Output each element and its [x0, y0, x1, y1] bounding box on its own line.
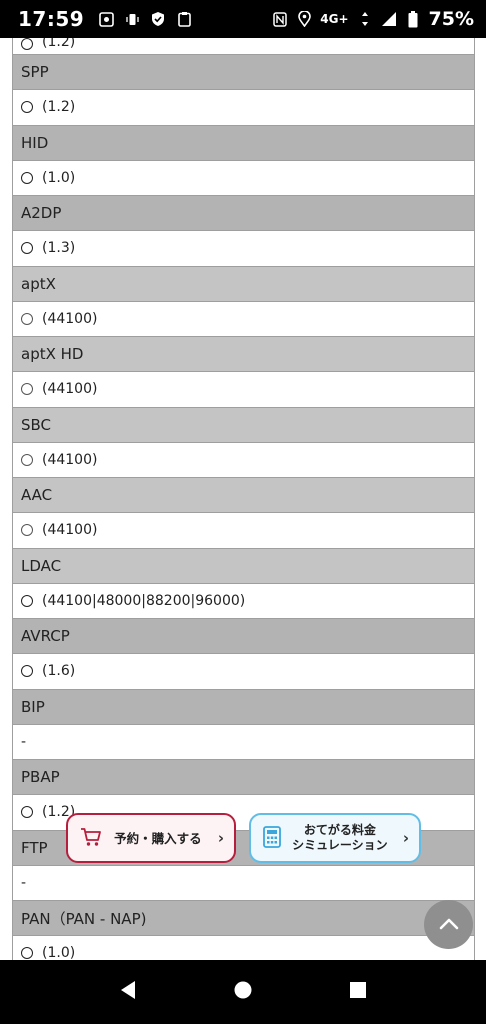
network-type: 4G+ [320, 12, 349, 26]
spec-value-row: (1.0) [13, 160, 474, 196]
spec-label-row: AAC [13, 478, 474, 513]
spec-value-row: (44100|48000|88200|96000) [13, 583, 474, 619]
spec-label: A2DP [21, 204, 62, 222]
price-simulation-line2: シミュレーション [292, 838, 388, 852]
recents-button[interactable] [343, 977, 373, 1007]
circle-mark-icon [21, 947, 33, 960]
spec-value: - [21, 874, 27, 891]
spec-value-row: - [13, 724, 474, 760]
spec-value-row: - [13, 865, 474, 901]
circle-mark-icon [21, 806, 33, 819]
battery-icon [405, 10, 421, 27]
spec-value-row: (1.6) [13, 654, 474, 690]
spec-value: - [21, 733, 27, 750]
spec-label-row: A2DP [13, 196, 474, 231]
spec-value-row: (44100) [13, 301, 474, 337]
spec-label-row: aptX [13, 266, 474, 302]
spec-label-row: PAN（PAN - NAP) [13, 901, 474, 936]
circle-mark-icon [21, 312, 33, 325]
nfc-icon [272, 11, 288, 27]
home-icon [234, 981, 252, 1003]
spec-label-row: PBAP [13, 760, 474, 795]
status-left-icons [98, 11, 192, 27]
circle-mark-icon [21, 594, 33, 607]
spec-value-row: (44100) [13, 372, 474, 408]
spec-label-row: SBC [13, 407, 474, 443]
status-time: 17:59 [18, 7, 85, 31]
spec-label: AVRCP [21, 627, 70, 645]
recents-icon [350, 982, 367, 1002]
spec-label: HID [21, 133, 49, 152]
vibrate-icon [124, 11, 140, 27]
cart-icon [80, 827, 102, 850]
reserve-purchase-button[interactable]: 予約・購入する › [66, 813, 236, 863]
back-button[interactable] [113, 977, 143, 1007]
spec-value: (1.6) [42, 663, 76, 680]
spec-value-row: (1.0) [13, 936, 474, 960]
spec-value-row: (44100) [13, 513, 474, 549]
spec-label: aptX [21, 274, 56, 293]
signal-icon [381, 11, 397, 27]
home-button[interactable] [228, 977, 258, 1007]
system-nav-bar [0, 960, 486, 1024]
spec-label: AAC [21, 486, 53, 504]
spec-value: (1.3) [42, 240, 76, 257]
spec-label: PAN（PAN - NAP) [21, 909, 147, 928]
data-arrows-icon [357, 11, 373, 27]
circle-mark-icon [21, 101, 33, 114]
spec-value-row: (1.3) [13, 231, 474, 267]
location-icon [296, 11, 312, 27]
chevron-up-icon [439, 915, 459, 934]
price-simulation-label: おてがる料金 シミュレーション [281, 823, 399, 853]
status-bar: 17:59 4G+ 75% [0, 0, 486, 38]
spec-value: (44100) [42, 310, 98, 327]
spec-label: aptX HD [21, 345, 84, 363]
chevron-right-icon: › [402, 829, 409, 847]
spec-value: (44100) [42, 381, 98, 398]
spec-label-row: BIP [13, 689, 474, 725]
circle-mark-icon [21, 383, 33, 396]
spec-value: (44100|48000|88200|96000) [42, 592, 246, 609]
circle-mark-icon [21, 665, 33, 678]
battery-percent: 75% [428, 8, 474, 30]
clipboard-icon [176, 11, 192, 27]
spec-label: SPP [21, 63, 49, 81]
spec-label-row: aptX HD [13, 337, 474, 372]
spec-value: (1.2) [42, 99, 76, 116]
circle-mark-icon [21, 242, 33, 255]
spec-label: LDAC [21, 556, 62, 575]
spec-value-row: (44100) [13, 442, 474, 478]
circle-mark-icon [21, 171, 33, 184]
spec-label-row: HID [13, 125, 474, 161]
chevron-right-icon: › [217, 829, 224, 847]
spec-label: BIP [21, 697, 45, 716]
spec-value-row: (1.2) [13, 90, 474, 126]
spec-label-row: SPP [13, 55, 474, 90]
back-icon [119, 980, 137, 1004]
price-simulation-button[interactable]: おてがる料金 シミュレーション › [249, 813, 421, 863]
shield-icon [150, 11, 166, 27]
circle-mark-icon [21, 524, 33, 537]
price-simulation-line1: おてがる料金 [303, 823, 376, 837]
reserve-purchase-label: 予約・購入する [114, 830, 202, 846]
spec-label-row: AVRCP [13, 619, 474, 654]
spec-label-row: LDAC [13, 548, 474, 584]
spec-value: (44100) [42, 522, 98, 539]
scroll-to-top-button[interactable] [424, 900, 473, 949]
spec-label: PBAP [21, 768, 60, 786]
spec-value: (1.0) [42, 945, 76, 960]
circle-mark-icon [21, 38, 33, 50]
screenshot-icon [98, 11, 114, 27]
spec-value: (44100) [42, 451, 98, 468]
calculator-icon [263, 825, 281, 851]
spec-label: FTP [21, 838, 48, 857]
circle-mark-icon [21, 453, 33, 466]
status-right-icons: 4G+ 75% [272, 8, 474, 30]
spec-label: SBC [21, 415, 52, 434]
spec-value: (1.0) [42, 169, 76, 186]
